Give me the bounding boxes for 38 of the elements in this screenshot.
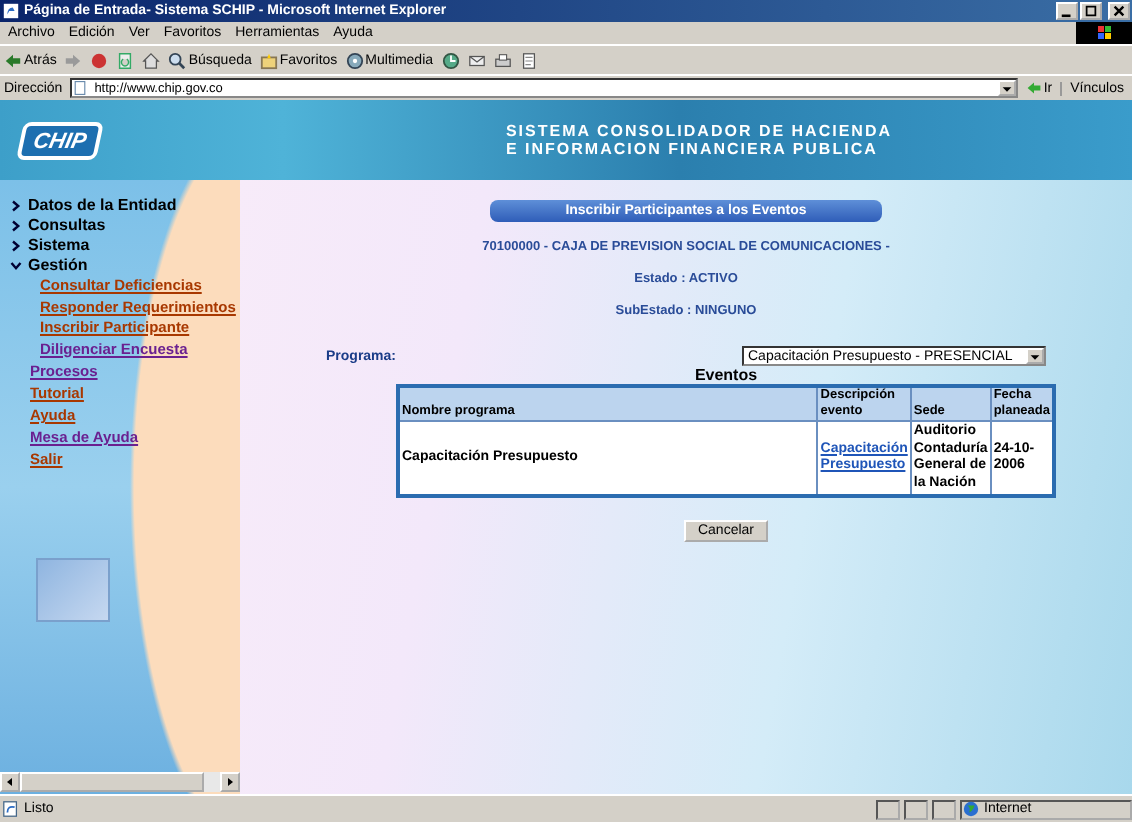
status-pane	[876, 799, 900, 819]
scroll-right-icon[interactable]	[224, 776, 236, 788]
nav-item[interactable]: Sistema	[10, 236, 240, 256]
home-icon[interactable]	[142, 51, 161, 69]
refresh-icon[interactable]	[116, 51, 135, 69]
dropdown-arrow-icon[interactable]	[997, 80, 1016, 96]
logo: CHIP	[15, 121, 105, 159]
decorative-square	[36, 558, 110, 622]
globe-icon	[962, 800, 980, 818]
history-icon[interactable]	[441, 51, 460, 69]
star-folder-icon	[259, 51, 278, 69]
nav-item[interactable]: Datos de la Entidad	[10, 196, 240, 216]
browser-icon	[2, 2, 20, 20]
windows-logo-icon	[1076, 22, 1132, 44]
nav-item[interactable]: Consultas	[10, 216, 240, 236]
horizontal-scrollbar[interactable]	[0, 772, 240, 792]
printer-icon[interactable]	[493, 51, 512, 69]
dropdown-arrow-icon[interactable]	[1026, 348, 1044, 364]
banner-title: SISTEMA CONSOLIDADOR DE HACIENDA	[505, 122, 892, 140]
search-icon	[168, 51, 187, 69]
status-pane	[932, 799, 956, 819]
status-pane	[904, 799, 928, 819]
banner-title: E INFORMACION FINANCIERA PUBLICA	[505, 140, 878, 158]
maximize-icon	[1084, 4, 1098, 18]
maximize-button[interactable]	[1080, 2, 1102, 20]
mail-icon[interactable]	[467, 51, 486, 69]
media-icon	[345, 51, 364, 69]
minimize-button[interactable]	[1056, 2, 1078, 20]
scroll-left-icon[interactable]	[4, 776, 16, 788]
nav-item[interactable]: Gestión	[10, 256, 240, 276]
close-icon	[1112, 4, 1126, 18]
stop-icon[interactable]	[90, 51, 109, 69]
document-icon[interactable]	[519, 51, 538, 69]
page-icon	[2, 800, 20, 818]
close-button[interactable]	[1108, 2, 1130, 20]
page-icon	[72, 80, 89, 96]
back-arrow-icon	[4, 51, 22, 69]
table-title: Eventos	[694, 366, 758, 384]
